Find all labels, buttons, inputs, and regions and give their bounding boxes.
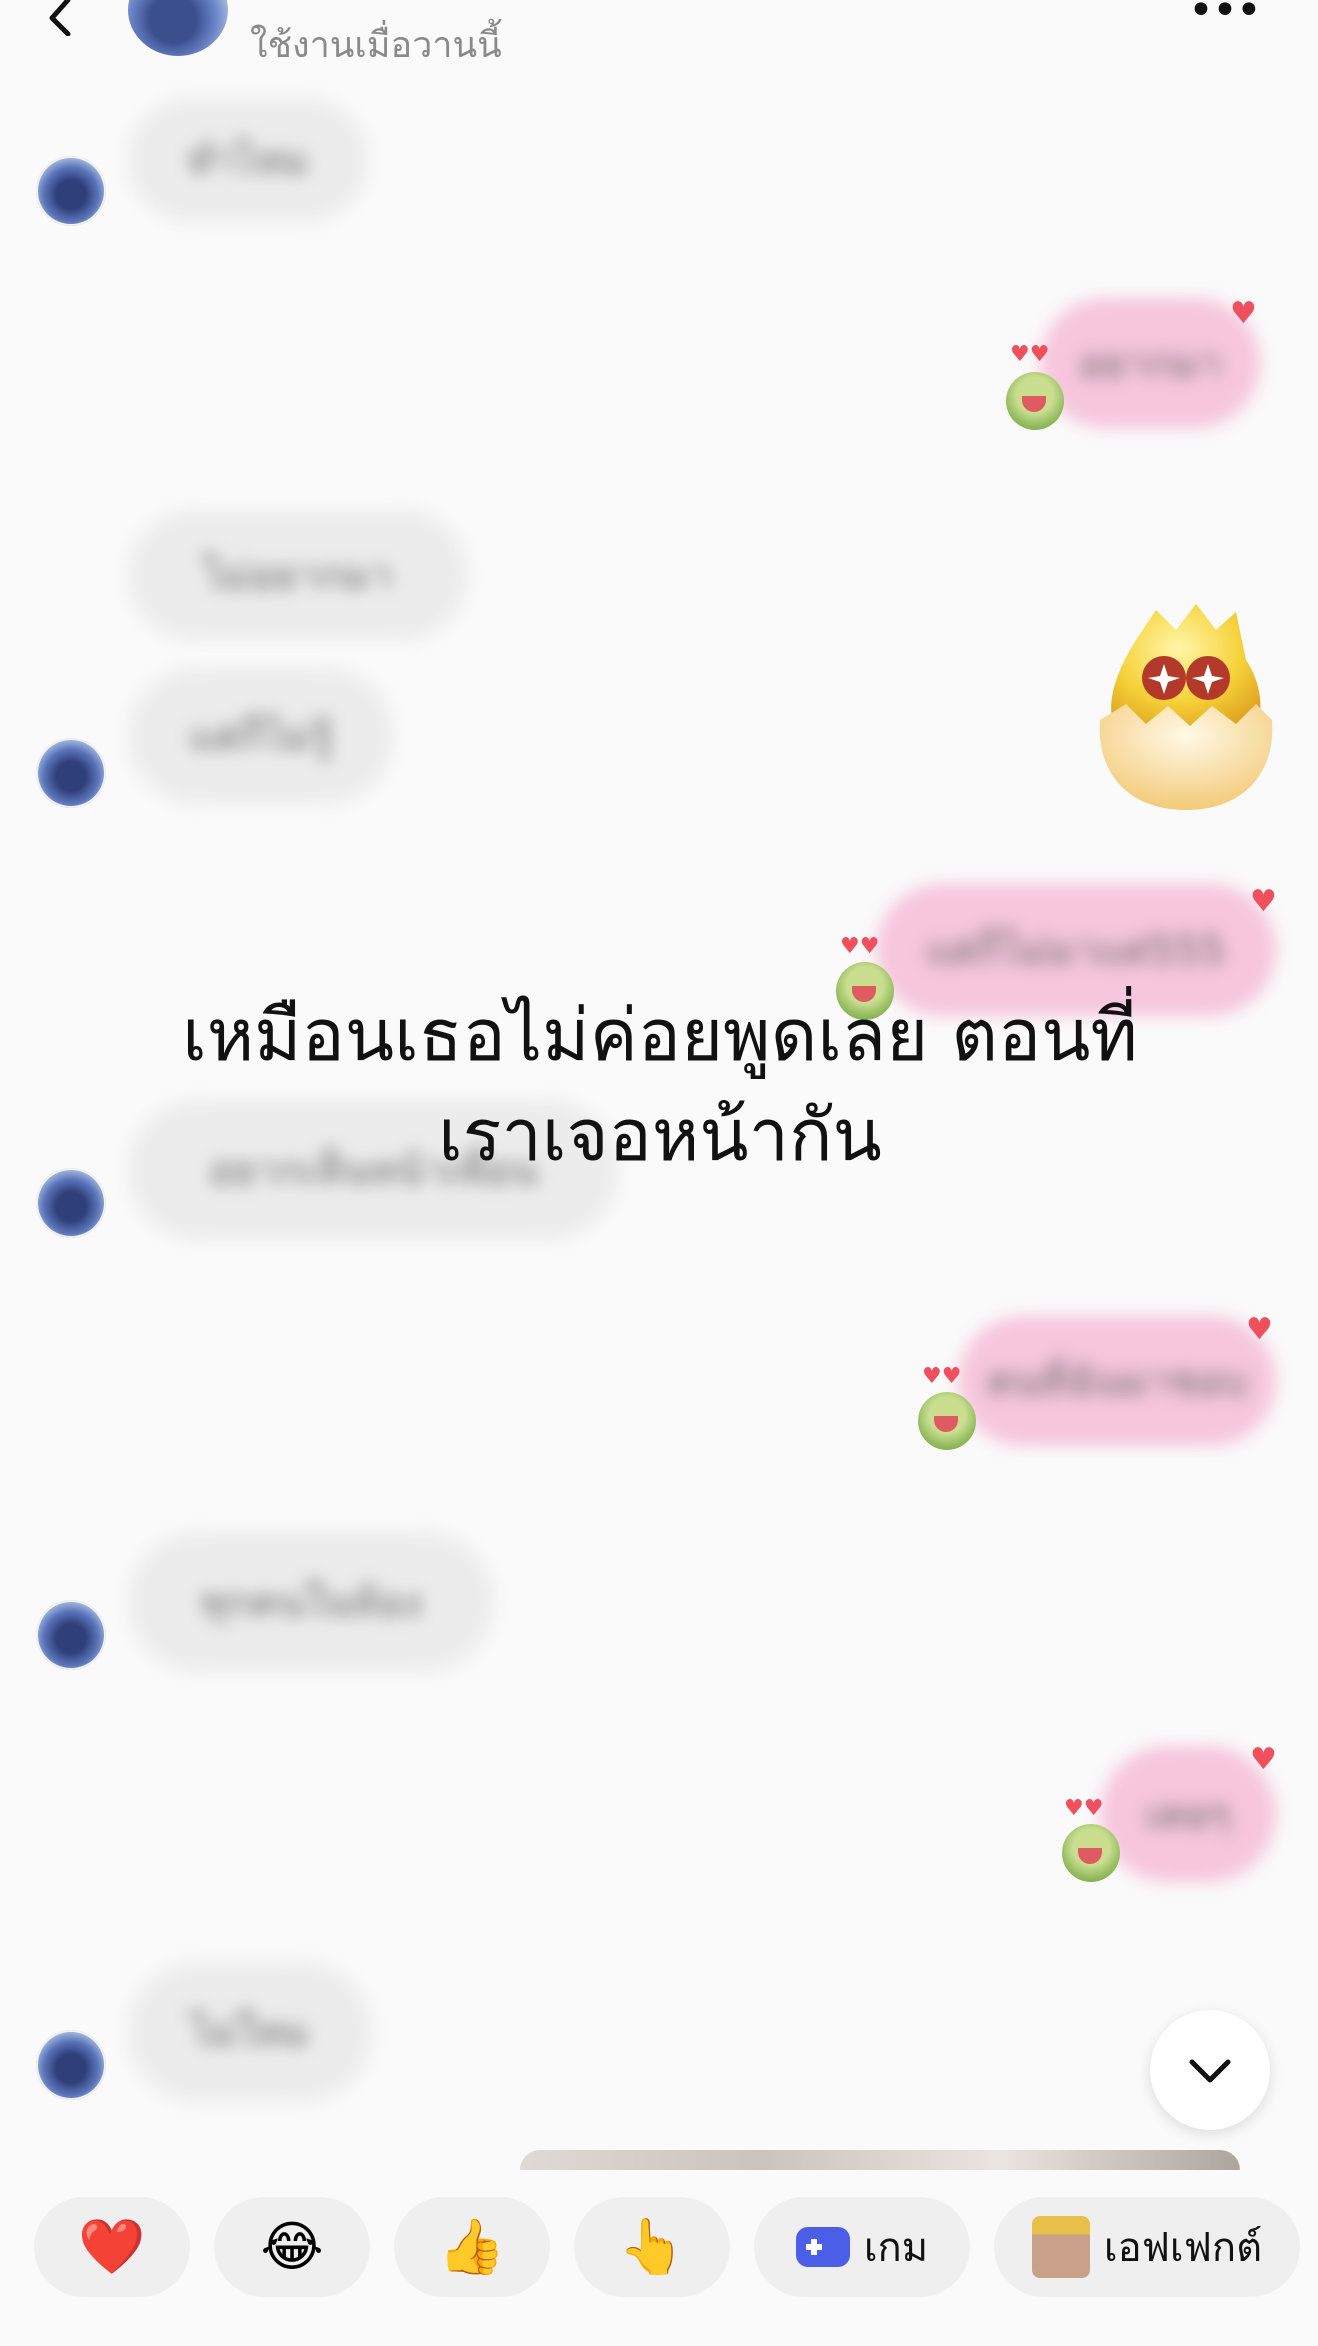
quick-reaction-thumbs-up[interactable]: 👍 bbox=[394, 2197, 550, 2297]
effects-button[interactable]: เอฟเฟกต์ bbox=[994, 2197, 1300, 2297]
message-text: แต่ก็ไม่มาแต่555 bbox=[926, 928, 1226, 974]
back-chevron-icon[interactable] bbox=[40, 0, 80, 36]
contact-avatar[interactable] bbox=[128, 0, 228, 56]
incoming-message[interactable]: ไม่อยากมา bbox=[128, 510, 468, 640]
incoming-message[interactable]: ทำไหม bbox=[128, 98, 368, 222]
hearts-icon: ♥♥ bbox=[840, 934, 880, 959]
sender-avatar[interactable] bbox=[36, 2030, 106, 2100]
caption-line: เหมือนเธอไม่ค่อยพูดเลย ตอนที่ bbox=[182, 993, 1138, 1077]
message-text: ทำไหม bbox=[187, 138, 309, 184]
message-text: อยากมา bbox=[1078, 341, 1222, 387]
hearts-icon: ♥♥ bbox=[922, 1364, 962, 1389]
frog-sticker-icon bbox=[918, 1392, 976, 1450]
outgoing-message[interactable]: อยากมา bbox=[1040, 298, 1260, 428]
message-text: ไม่ใหม bbox=[190, 2010, 310, 2056]
effects-label: เอฟเฟกต์ bbox=[1103, 2225, 1263, 2271]
scroll-to-bottom-button[interactable] bbox=[1150, 2010, 1270, 2130]
games-label: เกม bbox=[863, 2225, 929, 2271]
message-text: เคยๆ bbox=[1145, 1792, 1231, 1838]
quick-reaction-laugh[interactable]: 😂 bbox=[214, 2197, 370, 2297]
sender-avatar[interactable] bbox=[36, 1600, 106, 1670]
sender-avatar[interactable] bbox=[36, 738, 106, 808]
heart-icon: ❤️ bbox=[78, 2215, 146, 2278]
effect-thumbnail-icon bbox=[1031, 2216, 1090, 2278]
gamepad-icon bbox=[795, 2227, 850, 2267]
incoming-message[interactable]: แต่ก็ไม่รู้ bbox=[128, 668, 394, 804]
overlay-caption: เหมือนเธอไม่ค่อยพูดเลย ตอนที่ เราเจอหน้า… bbox=[80, 985, 1240, 1185]
message-text: คนที่ฉันมาชอบ bbox=[986, 1359, 1248, 1405]
outgoing-message[interactable]: คนที่ฉันมาชอบ bbox=[958, 1316, 1276, 1446]
message-text: แต่ก็ไม่รู้ bbox=[189, 714, 333, 760]
quick-reaction-heart[interactable]: ❤️ bbox=[34, 2197, 190, 2297]
laughing-emoji-icon: 😂 bbox=[260, 2215, 324, 2278]
chevron-down-icon bbox=[1189, 2059, 1231, 2083]
hearts-icon: ♥♥ bbox=[1064, 1796, 1104, 1821]
quick-reaction-point[interactable]: 👆 bbox=[574, 2197, 730, 2297]
media-attachment-preview[interactable] bbox=[520, 2150, 1240, 2170]
contact-name[interactable] bbox=[392, 0, 612, 10]
thumbs-up-icon: 👍 bbox=[438, 2215, 506, 2278]
incoming-message[interactable]: ไม่ใหม bbox=[128, 1962, 372, 2102]
more-options-icon[interactable]: ••• bbox=[1188, 0, 1262, 33]
heart-reaction-icon: ♥ bbox=[1250, 1742, 1277, 1777]
frog-sticker-icon bbox=[1062, 1824, 1120, 1882]
message-text: ไม่อยากมา bbox=[203, 553, 393, 599]
hearts-icon: ♥♥ bbox=[1010, 342, 1050, 367]
games-button[interactable]: เกม bbox=[754, 2197, 970, 2297]
message-text: ทุกคนในห้อง bbox=[200, 1580, 422, 1626]
pointing-hand-icon: 👆 bbox=[618, 2215, 686, 2278]
sender-avatar[interactable] bbox=[36, 156, 106, 226]
incoming-message[interactable]: ทุกคนในห้อง bbox=[128, 1532, 494, 1672]
last-active-status: ใช้งานเมื่อวานนี้ bbox=[250, 25, 502, 66]
heart-reaction-icon: ♥ bbox=[1250, 884, 1277, 919]
caption-line: เราเจอหน้ากัน bbox=[438, 1093, 882, 1177]
heart-reaction-icon: ♥ bbox=[1230, 296, 1257, 331]
frog-sticker-icon bbox=[1006, 372, 1064, 430]
egg-chick-sticker-icon bbox=[1099, 604, 1273, 810]
heart-reaction-icon: ♥ bbox=[1246, 1312, 1273, 1347]
